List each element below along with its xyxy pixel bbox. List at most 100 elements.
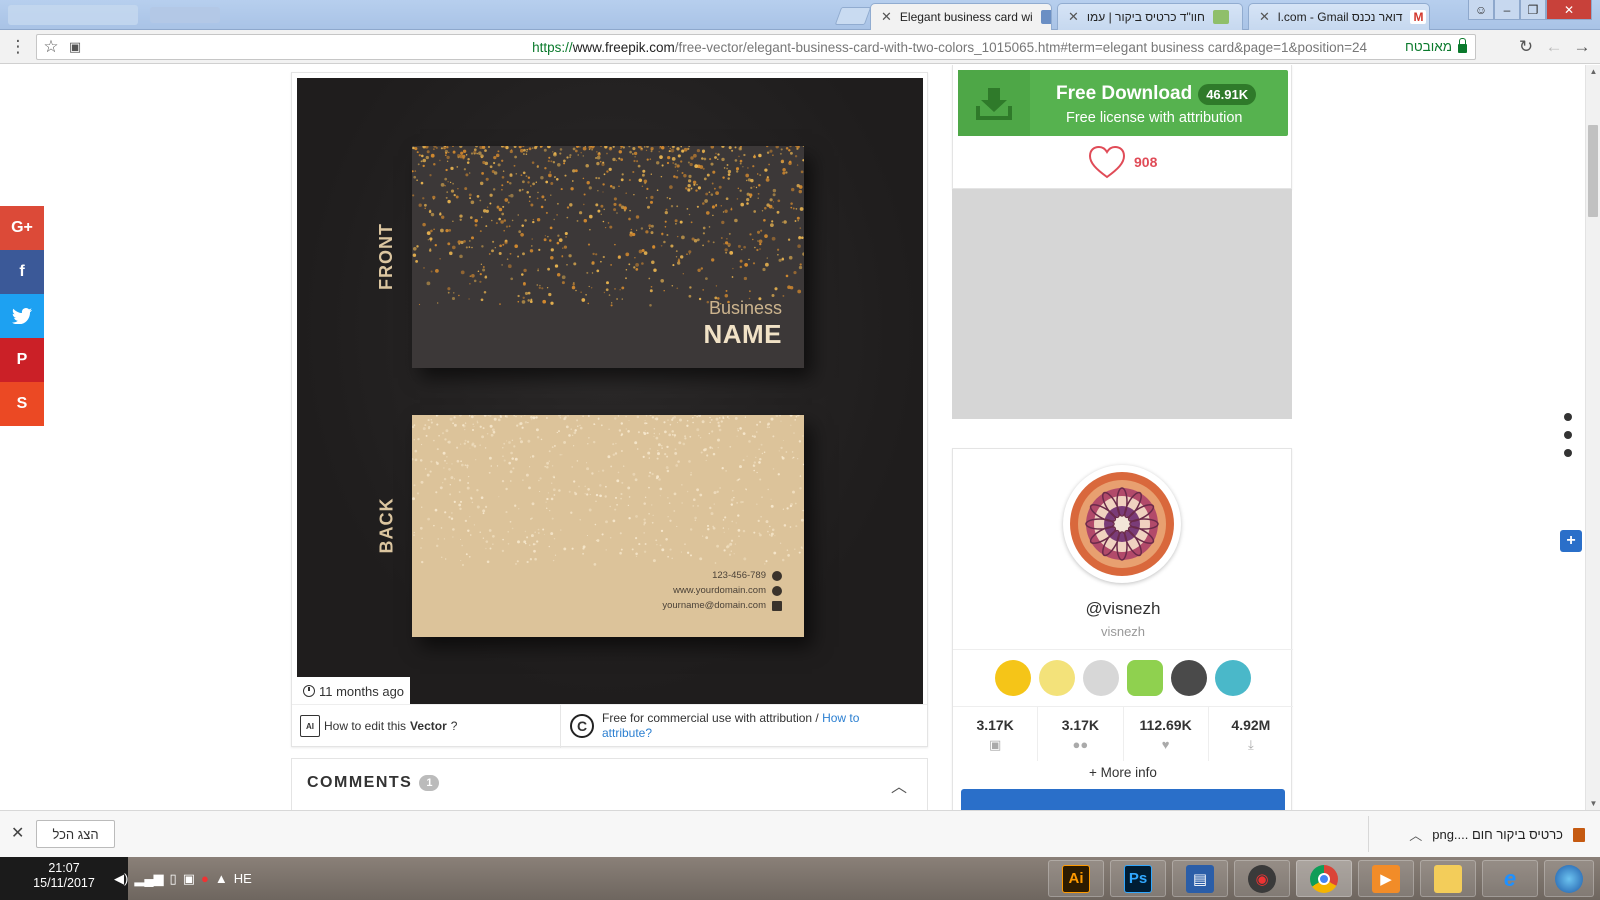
business-name-line2: NAME (703, 319, 782, 349)
system-tray: ◀) ▂▄▆ ▯ ▣ ● ▲ HE (114, 857, 252, 900)
chevron-up-icon[interactable]: ︿ (1409, 825, 1422, 844)
time-badge: 11 months ago (297, 677, 411, 705)
facebook-share-button[interactable]: f (0, 250, 44, 294)
tab-elegant-business-card[interactable]: ✕ Elegant business card wi (870, 3, 1052, 30)
address-bar[interactable]: ☆ ▣ https://www.freepik.com/free-vector/… (36, 34, 1476, 60)
media-player-taskbar-icon[interactable]: ▶ (1358, 860, 1414, 897)
mandala-avatar-icon (1070, 472, 1174, 576)
star-icon[interactable]: ☆ (41, 37, 61, 57)
back-icon[interactable]: → (1572, 37, 1592, 57)
storm-badge-icon[interactable] (1171, 660, 1207, 696)
stat-followers: 3.17K ●● (1038, 707, 1124, 761)
chrome-taskbar-icon[interactable] (1296, 860, 1352, 897)
language-indicator[interactable]: HE (234, 871, 252, 886)
download-shelf: ✕ הצג הכל ︿ png.... כרטיס ביקור חום (0, 810, 1600, 857)
show-all-button[interactable]: הצג הכל (36, 820, 115, 848)
lock-icon (1458, 38, 1467, 53)
network-manager-taskbar-icon[interactable]: ▤ (1172, 860, 1228, 897)
stat-value: 4.92M (1231, 717, 1271, 733)
stat-resources: 3.17K ▣ (953, 707, 1039, 761)
more-options-dot[interactable] (1564, 413, 1572, 421)
ai-file-icon: AI (300, 715, 320, 737)
tab-overview-control[interactable] (150, 7, 220, 23)
close-icon[interactable]: ✕ (1259, 9, 1270, 25)
google-plus-share-button[interactable]: G+ (0, 206, 44, 250)
stat-value: 112.69K (1139, 717, 1192, 733)
tab-search-control[interactable] (8, 5, 138, 25)
edit-text-bold: Vector (410, 719, 447, 733)
resource-preview-card: FRONT BACK Business NAME 123-456-789 www… (291, 72, 928, 748)
share-badge-icon[interactable] (1083, 660, 1119, 696)
heart-icon: ♥ (1161, 737, 1170, 752)
windows-taskbar: 21:07 15/11/2017 ◀) ▂▄▆ ▯ ▣ ● ▲ HE Ai Ps… (0, 857, 1600, 900)
volume-icon[interactable]: ◀) (114, 871, 128, 887)
pinterest-icon: P (16, 351, 28, 368)
close-icon[interactable]: ✕ (1068, 9, 1079, 25)
contact-website: www.yourdomain.com (673, 585, 782, 596)
page-info-icon[interactable]: ▣ (65, 37, 85, 57)
free-download-button[interactable]: Free Download 46.91K Free license with a… (958, 70, 1288, 136)
menu-icon[interactable]: ⋮ (8, 37, 28, 57)
scroll-up-icon[interactable]: ▲ (1586, 67, 1600, 76)
tab-hebrew-card-review[interactable]: ✕ חוו"ד כרטיס ביקור | עמו (1057, 3, 1243, 30)
author-handle[interactable]: @visnezh (953, 599, 1293, 619)
like-button[interactable]: 908 (1088, 145, 1157, 179)
start-button[interactable] (1544, 860, 1594, 897)
comments-header[interactable]: COMMENTS 1 (307, 774, 440, 792)
reload-icon[interactable]: ↻ (1516, 37, 1536, 57)
hundred-badge-icon[interactable] (1127, 660, 1163, 696)
secure-indicator[interactable]: מאובטח (1405, 38, 1467, 54)
clock[interactable]: 21:07 15/11/2017 (0, 857, 128, 900)
tray-expand-icon[interactable]: ▲ (215, 871, 228, 886)
ad-placeholder (952, 189, 1292, 419)
follow-button[interactable] (961, 789, 1285, 810)
stumbleupon-share-button[interactable]: S (0, 382, 44, 426)
security-app-taskbar-icon[interactable]: ◉ (1234, 860, 1290, 897)
pencil-badge-icon[interactable] (1039, 660, 1075, 696)
google-plus-icon: G+ (11, 219, 33, 236)
url-scheme: https:// (532, 40, 573, 55)
more-options-dot[interactable] (1564, 449, 1572, 457)
business-name-line1: Business (708, 298, 782, 318)
clock-icon (303, 685, 315, 697)
author-name: visnezh (1100, 624, 1146, 639)
preview-image[interactable]: FRONT BACK Business NAME 123-456-789 www… (297, 78, 923, 704)
security-icon[interactable]: ● (201, 871, 209, 886)
photoshop-taskbar-icon[interactable]: Ps (1110, 860, 1166, 897)
scroll-thumb[interactable] (1588, 125, 1598, 217)
close-icon[interactable]: ✕ (881, 9, 892, 25)
network-icon[interactable]: ▣ (183, 871, 195, 887)
page-scrollbar[interactable]: ▲ ▼ (1585, 65, 1600, 810)
browser-toolbar: ⋮ ☆ ▣ https://www.freepik.com/free-vecto… (0, 30, 1600, 64)
avatar[interactable] (1063, 465, 1181, 583)
file-explorer-taskbar-icon[interactable] (1420, 860, 1476, 897)
signal-icon[interactable]: ▂▄▆ (134, 871, 163, 887)
globe-badge-icon[interactable] (1215, 660, 1251, 696)
how-to-edit-link[interactable]: AI How to edit this Vector? (300, 715, 457, 737)
new-tab-button[interactable] (834, 7, 872, 25)
twitter-share-button[interactable] (0, 294, 44, 338)
power-icon[interactable]: ▯ (170, 871, 177, 887)
copyright-icon: C (570, 714, 594, 738)
internet-explorer-taskbar-icon[interactable]: e (1482, 860, 1538, 897)
minimize-icon[interactable]: – (1494, 0, 1520, 20)
author-stats: 3.17K ▣ 3.17K ●● 112.69K ♥ 4.92M ⤓ (953, 707, 1293, 761)
stat-value: 3.17K (1061, 717, 1100, 733)
more-info-link[interactable]: + More info (953, 765, 1293, 780)
illustrator-taskbar-icon[interactable]: Ai (1048, 860, 1104, 897)
user-icon[interactable]: ☺ (1468, 0, 1494, 20)
heart-badge-icon[interactable] (995, 660, 1031, 696)
downloaded-file-item[interactable]: ︿ png.... כרטיס ביקור חום (1385, 825, 1585, 844)
tab-gmail[interactable]: ✕ l.com - Gmail דואר נכנס M (1248, 3, 1430, 30)
forward-icon[interactable]: ← (1544, 37, 1564, 57)
chevron-up-icon[interactable]: ︿ (891, 773, 907, 797)
close-icon[interactable]: ✕ (11, 823, 24, 843)
window-close-icon[interactable]: ✕ (1546, 0, 1592, 20)
scroll-down-icon[interactable]: ▼ (1586, 799, 1600, 808)
restore-icon[interactable]: ❐ (1520, 0, 1546, 20)
pinterest-share-button[interactable]: P (0, 338, 44, 382)
more-options-dot[interactable] (1564, 431, 1572, 439)
add-collection-button[interactable]: + (1560, 530, 1582, 552)
stumbleupon-icon: S (16, 395, 28, 412)
phone-icon (772, 570, 782, 581)
